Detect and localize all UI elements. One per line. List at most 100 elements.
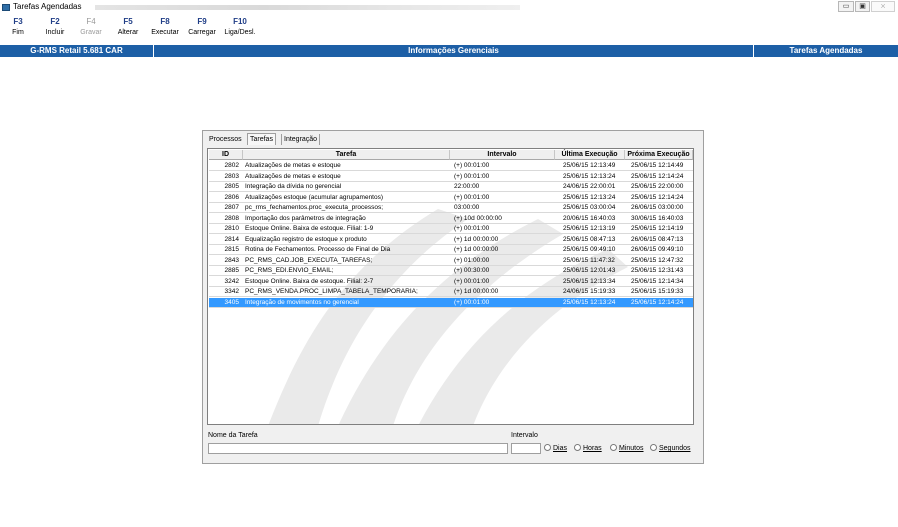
cell-id: 3342 <box>224 288 239 295</box>
cell-tarefa: Atualizações de metas e estoque <box>245 162 341 169</box>
cell-intervalo: (+) 01:00:00 <box>454 256 490 264</box>
toolbar-key: F8 <box>160 17 170 26</box>
table-row[interactable]: 2803 Atualizações de metas e estoque (+)… <box>209 172 693 182</box>
toolbar-key: F9 <box>197 17 207 26</box>
toolbar-button-liga-desl[interactable]: F10 Liga/Desl. <box>222 17 258 36</box>
table-row-selected[interactable]: 3405 Integração de movimentos no gerenci… <box>209 297 693 308</box>
column-header-tarefa[interactable]: Tarefa <box>243 150 450 160</box>
cell-ultima-execucao: 25/06/15 12:13:24 <box>563 298 616 306</box>
task-name-label: Nome da Tarefa <box>208 432 258 439</box>
cell-ultima-execucao: 25/06/15 08:47:13 <box>563 235 616 243</box>
tab-tarefas[interactable]: Tarefas <box>247 133 276 145</box>
toolbar-label: Incluir <box>45 29 65 36</box>
radio-circle-icon <box>574 444 581 451</box>
table-row[interactable]: 3342 PC_RMS_VENDA.PROC_LIMPA_TABELA_TEMP… <box>209 287 693 297</box>
table-row[interactable]: 3242 Estoque Online. Baixa de estoque. F… <box>209 277 693 287</box>
cell-proxima-execucao: 25/06/15 12:47:32 <box>631 256 684 264</box>
table-row[interactable]: 2843 PC_RMS_CAD.JOB_EXECUTA_TAREFAS; (+)… <box>209 256 693 266</box>
toolbar-button-fim[interactable]: F3 Fim <box>3 17 33 36</box>
minimize-button[interactable]: ▭ <box>838 1 854 12</box>
cell-proxima-execucao: 25/06/15 12:14:34 <box>631 277 684 285</box>
radio-label: Horas <box>583 445 602 452</box>
radio-dias[interactable]: Dias <box>544 444 567 452</box>
cell-tarefa: Integração de movimentos no gerencial <box>245 298 359 306</box>
cell-id: 2808 <box>224 214 239 222</box>
cell-id: 2814 <box>224 235 239 243</box>
toolbar-button-executar[interactable]: F8 Executar <box>150 17 180 36</box>
toolbar-label: Carregar <box>188 29 216 36</box>
cell-intervalo: (+) 00:01:00 <box>454 277 490 285</box>
cell-id: 2805 <box>224 183 239 190</box>
cell-proxima-execucao: 25/06/15 12:14:24 <box>631 193 684 201</box>
window-title: Tarefas Agendadas <box>13 2 82 11</box>
toolbar-button-incluir[interactable]: F2 Incluir <box>40 17 70 36</box>
cell-ultima-execucao: 25/06/15 09:49:10 <box>563 246 616 253</box>
toolbar-label: Fim <box>12 29 24 36</box>
cell-ultima-execucao: 25/06/15 03:00:04 <box>563 204 616 211</box>
cell-ultima-execucao: 20/06/15 16:40:03 <box>563 214 616 222</box>
cell-ultima-execucao: 24/06/15 22:00:01 <box>563 183 616 190</box>
toolbar-button-alterar[interactable]: F5 Alterar <box>113 17 143 36</box>
cell-id: 2815 <box>224 246 239 253</box>
tasks-grid[interactable]: ID Tarefa Intervalo Última Execução Próx… <box>207 148 694 425</box>
cell-proxima-execucao: 25/06/15 12:14:24 <box>631 172 684 180</box>
cell-tarefa: Atualizações estoque (acumular agrupamen… <box>245 193 384 201</box>
table-row[interactable]: 2806 Atualizações estoque (acumular agru… <box>209 193 693 203</box>
interval-label: Intervalo <box>511 432 538 439</box>
radio-label: Segundos <box>659 445 691 452</box>
cell-tarefa: PC_RMS_EDI.ENVIO_EMAIL; <box>245 267 334 274</box>
cell-id: 2806 <box>224 193 239 201</box>
radio-minutos[interactable]: Minutos <box>610 444 644 452</box>
cell-tarefa: Integração da dívida no gerencial <box>245 183 342 190</box>
cell-proxima-execucao: 25/06/15 12:14:24 <box>631 298 684 306</box>
cell-tarefa: PC_RMS_CAD.JOB_EXECUTA_TAREFAS; <box>245 256 373 264</box>
cell-intervalo: (+) 00:01:00 <box>454 162 490 169</box>
cell-tarefa: Importação dos parâmetros de integração <box>245 214 366 222</box>
radio-label: Minutos <box>619 445 644 452</box>
table-row[interactable]: 2807 pc_rms_fechamentos.proc_executa_pro… <box>209 203 693 213</box>
toolbar-button-gravar[interactable]: F4 Gravar <box>76 17 106 36</box>
cell-intervalo: (+) 1d 00:00:00 <box>454 235 499 243</box>
cell-intervalo: (+) 1d 00:00:00 <box>454 288 499 295</box>
app-icon <box>2 4 10 11</box>
table-row[interactable]: 2885 PC_RMS_EDI.ENVIO_EMAIL; (+) 00:30:0… <box>209 266 693 276</box>
restore-button[interactable]: ▣ <box>855 1 870 12</box>
toolbar-key: F4 <box>86 17 96 26</box>
cell-id: 2802 <box>224 162 239 169</box>
interval-input[interactable] <box>511 443 541 454</box>
table-row[interactable]: 2814 Equalização registro de estoque x p… <box>209 235 693 245</box>
column-header-ultima-execucao[interactable]: Última Execução <box>555 150 625 160</box>
cell-proxima-execucao: 25/06/15 22:00:00 <box>631 183 684 190</box>
cell-tarefa: Estoque Online. Baixa de estoque. Filial… <box>245 225 374 232</box>
cell-proxima-execucao: 25/06/15 15:19:33 <box>631 288 684 295</box>
table-row[interactable]: 2805 Integração da dívida no gerencial 2… <box>209 182 693 192</box>
table-row[interactable]: 2802 Atualizações de metas e estoque (+)… <box>209 161 693 171</box>
cell-proxima-execucao: 25/06/15 12:14:19 <box>631 225 684 232</box>
cell-tarefa: Rotina de Fechamentos. Processo de Final… <box>245 246 391 253</box>
cell-intervalo: (+) 00:30:00 <box>454 267 490 274</box>
radio-segundos[interactable]: Segundos <box>650 444 691 452</box>
title-bar: Tarefas Agendadas ▭ ▣ ⨯ <box>0 0 898 15</box>
column-header-proxima-execucao[interactable]: Próxima Execução <box>625 150 693 160</box>
cell-id: 3242 <box>224 277 239 285</box>
cell-intervalo: (+) 00:01:00 <box>454 298 490 306</box>
task-name-input[interactable] <box>208 443 508 454</box>
cell-intervalo: (+) 10d 00:00:00 <box>454 214 502 222</box>
toolbar-label: Liga/Desl. <box>224 29 256 36</box>
table-row[interactable]: 2810 Estoque Online. Baixa de estoque. F… <box>209 224 693 234</box>
cell-tarefa: Atualizações de metas e estoque <box>245 172 341 180</box>
cell-intervalo: 03:00:00 <box>454 204 480 211</box>
cell-intervalo: (+) 1d 00:00:00 <box>454 246 499 253</box>
radio-label: Dias <box>553 445 568 452</box>
product-name: G-RMS Retail 5.681 CAR <box>30 46 123 55</box>
tab-integracao[interactable]: Integração <box>281 134 321 145</box>
radio-horas[interactable]: Horas <box>574 444 602 452</box>
column-header-id[interactable]: ID <box>209 150 243 160</box>
close-button[interactable]: ⨯ <box>871 1 895 12</box>
table-row[interactable]: 2808 Importação dos parâmetros de integr… <box>209 214 693 224</box>
table-row[interactable]: 2815 Rotina de Fechamentos. Processo de … <box>209 245 693 255</box>
tab-processos[interactable]: Processos <box>207 134 244 145</box>
cell-ultima-execucao: 24/06/15 15:19:33 <box>563 288 616 295</box>
column-header-intervalo[interactable]: Intervalo <box>450 150 555 160</box>
toolbar-button-carregar[interactable]: F9 Carregar <box>187 17 217 36</box>
